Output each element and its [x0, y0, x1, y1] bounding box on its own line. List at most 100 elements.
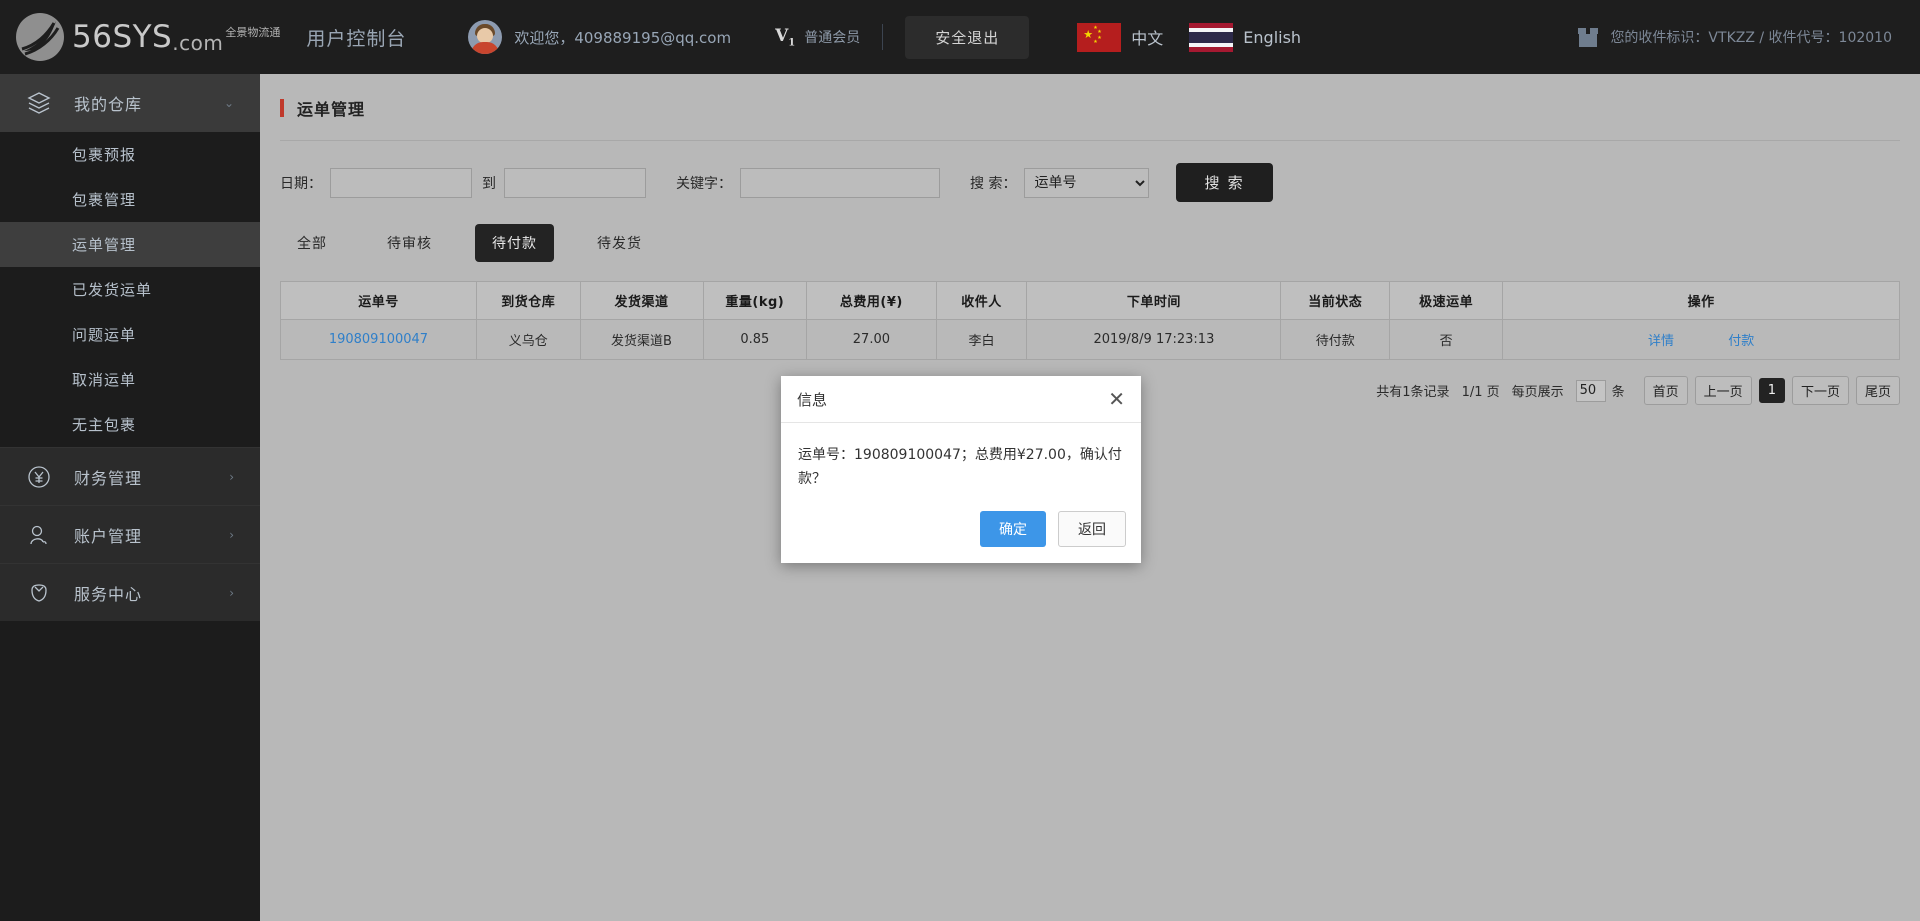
dialog-footer: 确定 返回 — [781, 497, 1141, 563]
language-label-english: English — [1243, 27, 1302, 47]
language-option-english[interactable]: English — [1189, 22, 1302, 52]
dialog-header: 信息 ✕ — [781, 376, 1141, 423]
confirm-payment-dialog: 信息 ✕ 运单号：190809100047；总费用¥27.00，确认付款？ 确定… — [781, 376, 1141, 563]
table-row: 190809100047 义乌仓 发货渠道B 0.85 27.00 李白 201… — [280, 319, 1900, 360]
chevron-right-icon: › — [229, 527, 234, 542]
sidebar: 我的仓库 ⌄ 包裹预报 包裹管理 运单管理 已发货运单 问题运单 取消运单 无主… — [0, 74, 260, 921]
sidebar-group-service-center[interactable]: 服务中心 › — [0, 563, 260, 621]
date-from-input[interactable] — [330, 167, 472, 198]
action-detail-link[interactable]: 详情 — [1648, 334, 1674, 349]
column-header-actions: 操作 — [1502, 281, 1900, 320]
sidebar-item-problem-waybills[interactable]: 问题运单 — [0, 312, 260, 357]
column-header-waybill-no: 运单号 — [280, 281, 477, 320]
waybill-table: 运单号 到货仓库 发货渠道 重量(kg) 总费用(¥) 收件人 下单时间 当前状… — [280, 281, 1900, 360]
brand-logo[interactable]: 56SYS .com 全景物流通 — [14, 11, 280, 63]
avatar-body — [471, 42, 500, 54]
sidebar-submenu-my-warehouse: 包裹预报 包裹管理 运单管理 已发货运单 问题运单 取消运单 无主包裹 — [0, 132, 260, 447]
column-header-weight: 重量(kg) — [702, 281, 808, 320]
sidebar-group-label: 账户管理 — [74, 526, 143, 546]
language-switcher: ★ ★ ★ ★ ★ 中文 English — [1077, 22, 1302, 52]
sidebar-item-cancelled-waybills[interactable]: 取消运单 — [0, 357, 260, 402]
waybill-no-link[interactable]: 190809100047 — [329, 332, 428, 347]
date-range-to-label: 到 — [482, 175, 496, 192]
language-option-chinese[interactable]: ★ ★ ★ ★ ★ 中文 — [1077, 22, 1163, 52]
sidebar-group-label: 服务中心 — [74, 584, 143, 604]
avatar-face — [477, 28, 494, 43]
cell-waybill-no: 190809100047 — [280, 319, 477, 360]
chevron-right-icon: › — [229, 469, 234, 484]
tab-pending-payment[interactable]: 待付款 — [475, 224, 554, 262]
cell-recipient: 李白 — [935, 319, 1028, 360]
tab-pending-review[interactable]: 待审核 — [370, 224, 449, 262]
pagination-first-button[interactable]: 首页 — [1643, 376, 1688, 405]
confirm-button[interactable]: 确定 — [980, 511, 1046, 547]
cell-channel: 发货渠道B — [579, 319, 704, 360]
pagination-prev-button[interactable]: 上一页 — [1694, 376, 1752, 405]
cell-status: 待付款 — [1280, 319, 1390, 360]
layers-icon — [26, 90, 52, 116]
page-title: 运单管理 — [297, 100, 366, 119]
pagination-current-page[interactable]: 1 — [1758, 378, 1785, 403]
package-box-icon — [1578, 27, 1599, 47]
tab-pending-shipment[interactable]: 待发货 — [580, 224, 659, 262]
chevron-right-icon: › — [229, 585, 234, 600]
header-divider — [882, 24, 884, 50]
dialog-title: 信息 — [797, 390, 828, 409]
membership-label: 普通会员 — [804, 29, 861, 46]
logout-button[interactable]: 安全退出 — [905, 15, 1030, 59]
swoosh-logo-icon — [14, 11, 66, 63]
flower-icon — [26, 580, 52, 606]
sidebar-item-shipped-waybills[interactable]: 已发货运单 — [0, 267, 260, 312]
sidebar-item-package-forecast[interactable]: 包裹预报 — [0, 132, 260, 177]
logo-wordmark: 56SYS — [72, 19, 173, 55]
recipient-code-text: 您的收件标识：VTKZZ / 收件代号：102010 — [1610, 30, 1892, 46]
close-icon[interactable]: ✕ — [1108, 389, 1125, 409]
tab-all[interactable]: 全部 — [280, 224, 344, 262]
pagination-next-button[interactable]: 下一页 — [1791, 376, 1849, 405]
page-title-accent-bar — [280, 99, 284, 117]
action-pay-link[interactable]: 付款 — [1728, 334, 1754, 349]
sidebar-group-account[interactable]: 账户管理 › — [0, 505, 260, 563]
dialog-message: 运单号：190809100047；总费用¥27.00，确认付款？ — [798, 447, 1122, 487]
vip-level-icon: V1 — [775, 25, 796, 49]
top-header-bar: 56SYS .com 全景物流通 用户控制台 欢迎您，409889195@qq.… — [0, 0, 1920, 74]
sidebar-item-package-management[interactable]: 包裹管理 — [0, 177, 260, 222]
column-header-order-time: 下单时间 — [1026, 281, 1282, 320]
date-label: 日期： — [280, 175, 322, 192]
sidebar-item-unclaimed-packages[interactable]: 无主包裹 — [0, 402, 260, 447]
user-icon — [26, 522, 52, 548]
waybill-table-container: 运单号 到货仓库 发货渠道 重量(kg) 总费用(¥) 收件人 下单时间 当前状… — [280, 281, 1900, 360]
search-button[interactable]: 搜 索 — [1176, 163, 1273, 202]
cell-total-fee: 27.00 — [806, 319, 937, 360]
page-header: 运单管理 — [260, 74, 1920, 120]
column-header-status: 当前状态 — [1280, 281, 1390, 320]
logo-chinese-tagline: 全景物流通 — [225, 26, 281, 39]
avatar[interactable] — [468, 20, 503, 54]
keyword-input[interactable] — [740, 167, 940, 198]
cell-weight: 0.85 — [702, 319, 808, 360]
column-header-channel: 发货渠道 — [579, 281, 704, 320]
sidebar-item-waybill-management[interactable]: 运单管理 — [0, 222, 260, 267]
column-header-recipient: 收件人 — [935, 281, 1028, 320]
sidebar-group-finance[interactable]: 财务管理 › — [0, 447, 260, 505]
pagination-last-button[interactable]: 尾页 — [1855, 376, 1900, 405]
pagination-per-page-input[interactable] — [1575, 379, 1606, 402]
search-field-label: 搜 索： — [970, 175, 1017, 192]
membership-badge: V1 普通会员 — [775, 26, 860, 48]
pagination-total: 共有1条记录 — [1376, 385, 1450, 400]
search-field-select[interactable]: 运单号 — [1024, 167, 1150, 198]
pagination-per-page-unit: 条 — [1611, 385, 1625, 400]
filter-bar: 日期： 到 关键字： 搜 索： 运单号 搜 索 — [260, 141, 1920, 202]
chevron-down-icon: ⌄ — [223, 96, 234, 110]
column-header-express: 极速运单 — [1388, 281, 1504, 320]
sidebar-group-my-warehouse[interactable]: 我的仓库 ⌄ — [0, 74, 260, 132]
recipient-code-info: 您的收件标识：VTKZZ / 收件代号：102010 — [1578, 27, 1892, 47]
cell-actions: 详情 付款 — [1502, 319, 1900, 360]
logo-dotcom: .com — [172, 31, 224, 55]
sidebar-group-label: 财务管理 — [74, 468, 143, 488]
pagination-per-page-label: 每页展示 — [1511, 385, 1564, 400]
cancel-button[interactable]: 返回 — [1058, 511, 1126, 547]
welcome-text: 欢迎您，409889195@qq.com — [514, 28, 732, 47]
keyword-label: 关键字： — [676, 175, 732, 192]
date-to-input[interactable] — [504, 167, 646, 198]
